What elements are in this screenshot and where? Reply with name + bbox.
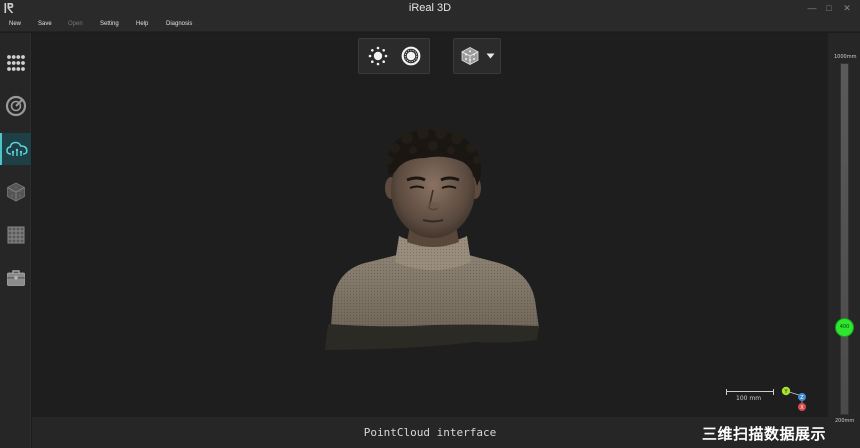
window-title: iReal 3D: [408, 2, 452, 14]
tool-toolbox[interactable]: [0, 262, 31, 294]
menu-bar: New Save Open Setting Help Diagnosis: [0, 17, 860, 32]
brightness-ring-icon: [401, 46, 420, 66]
pointcloud-person-model: [325, 128, 539, 350]
tool-scan[interactable]: [0, 90, 31, 122]
depth-slider-panel: 1000mm 400 200mm: [828, 33, 860, 448]
maximize-button[interactable]: □: [822, 1, 836, 15]
dropdown-arrow-icon: [486, 53, 495, 59]
axis-x-label: X: [800, 405, 804, 411]
brightness-toolbar: [358, 38, 430, 74]
depth-max-label: 1000mm: [834, 54, 857, 60]
menu-help[interactable]: Help: [136, 19, 148, 29]
toolbox-icon: [6, 270, 25, 286]
title-bar: iReal 3D — □ ✕: [0, 0, 860, 17]
depth-slider-track[interactable]: [840, 63, 849, 415]
exposure-low-button[interactable]: [367, 45, 389, 67]
menu-diagnosis[interactable]: Diagnosis: [166, 19, 192, 29]
brightness-dots-icon: [368, 46, 387, 66]
menu-setting[interactable]: Setting: [100, 19, 119, 29]
tool-texture[interactable]: [0, 219, 31, 251]
exposure-high-button[interactable]: [400, 45, 422, 67]
left-toolbar: [0, 33, 31, 448]
depth-slider-handle[interactable]: 400: [835, 317, 854, 337]
render-mode-button[interactable]: [459, 45, 481, 67]
minimize-button[interactable]: —: [805, 1, 819, 15]
axis-z-label: Z: [800, 395, 804, 401]
status-bar: PointCloud interface 三维扫描数据展示: [32, 417, 828, 448]
cloud-upload-icon: [5, 141, 28, 156]
axis-gizmo: Y Z X: [781, 386, 806, 411]
depth-min-label: 200mm: [835, 418, 855, 424]
scan-target-icon: [5, 95, 26, 117]
mesh-cube-icon: [6, 182, 25, 202]
tool-mesh[interactable]: [0, 176, 31, 208]
watermark-caption: 三维扫描数据展示: [701, 425, 826, 443]
dot-grid-icon: [6, 55, 25, 71]
render-mode-cube-icon: [461, 47, 478, 65]
close-button[interactable]: ✕: [840, 1, 854, 15]
scale-label: 100 mm: [736, 395, 762, 402]
menu-open[interactable]: Open: [68, 19, 83, 29]
texture-grid-icon: [7, 226, 24, 244]
tool-pointcloud[interactable]: [0, 133, 31, 165]
tool-camera-preview[interactable]: [0, 47, 31, 79]
render-mode-dropdown[interactable]: [486, 45, 496, 67]
pointcloud-viewport[interactable]: 100 mm Y Z X: [32, 33, 828, 417]
menu-save[interactable]: Save: [38, 19, 52, 29]
render-toolbar: [453, 38, 501, 74]
menu-new[interactable]: New: [9, 19, 21, 29]
